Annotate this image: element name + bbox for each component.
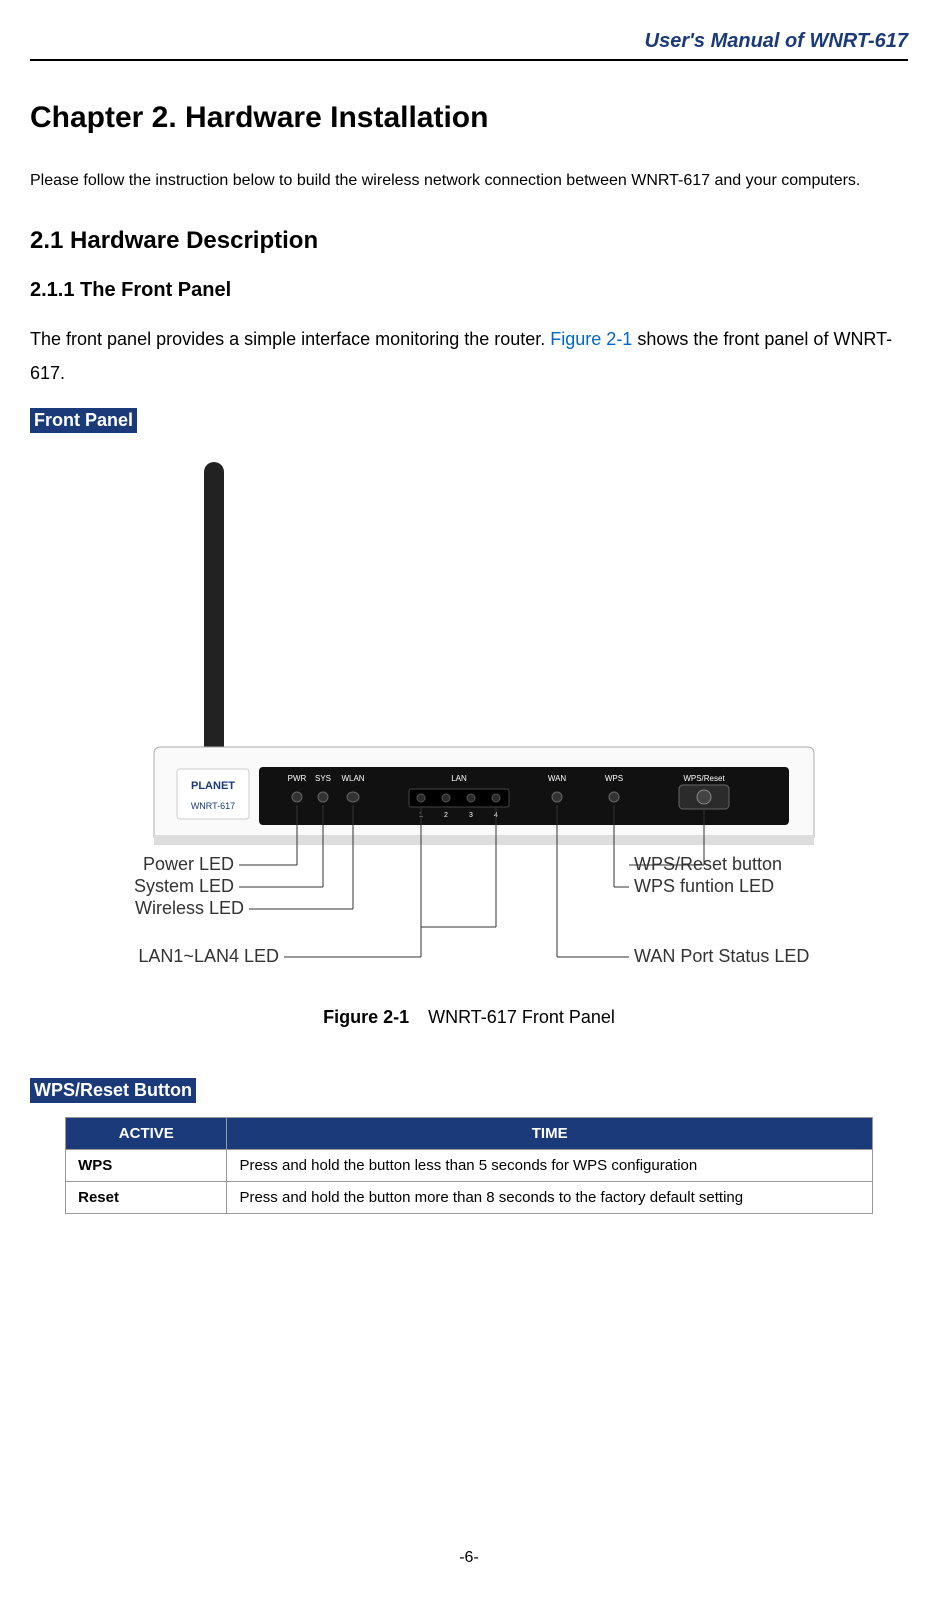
device-model: WNRT-617 xyxy=(191,801,235,811)
panel-label-wlan: WLAN xyxy=(341,774,364,783)
panel-label-wps: WPS xyxy=(605,774,623,783)
device-brand: PLANET xyxy=(191,780,235,792)
para-prefix: The front panel provides a simple interf… xyxy=(30,329,550,349)
figure-caption: Figure 2-1 WNRT-617 Front Panel xyxy=(30,1007,908,1028)
callout-wps-reset-button: WPS/Reset button xyxy=(634,854,782,874)
callout-system-led: System LED xyxy=(134,876,234,896)
figure-2-1: PLANET WNRT-617 PWR SYS WLAN LAN WAN WPS… xyxy=(30,457,908,1028)
front-panel-label: Front Panel xyxy=(30,408,137,433)
panel-label-lan: LAN xyxy=(451,774,467,783)
page-header: User's Manual of WNRT-617 xyxy=(30,30,908,61)
table-header-time: TIME xyxy=(227,1118,872,1150)
callout-wan-led: WAN Port Status LED xyxy=(634,946,809,966)
callout-power-led: Power LED xyxy=(143,854,234,874)
panel-label-pwr: PWR xyxy=(288,774,307,783)
chapter-title: Chapter 2. Hardware Installation xyxy=(30,101,908,135)
panel-label-lan3: 3 xyxy=(469,812,473,819)
callout-lan-led: LAN1~LAN4 LED xyxy=(138,946,279,966)
page-number: -6- xyxy=(0,1549,938,1567)
panel-label-sys: SYS xyxy=(315,774,331,783)
cell-active: WPS xyxy=(66,1150,227,1182)
front-panel-para: The front panel provides a simple interf… xyxy=(30,322,908,390)
figure-reference-link[interactable]: Figure 2-1 xyxy=(550,329,632,349)
cell-time: Press and hold the button less than 5 se… xyxy=(227,1150,872,1182)
callout-wps-led: WPS funtion LED xyxy=(634,876,774,896)
figure-caption-text: WNRT-617 Front Panel xyxy=(428,1007,615,1027)
table-row: Reset Press and hold the button more tha… xyxy=(66,1182,873,1214)
panel-label-wan: WAN xyxy=(548,774,567,783)
cell-time: Press and hold the button more than 8 se… xyxy=(227,1182,872,1214)
figure-caption-label: Figure 2-1 xyxy=(323,1007,409,1027)
cell-active: Reset xyxy=(66,1182,227,1214)
callout-wireless-led: Wireless LED xyxy=(135,898,244,918)
chapter-intro: Please follow the instruction below to b… xyxy=(30,165,908,197)
wps-reset-heading: WPS/Reset Button xyxy=(30,1078,196,1103)
panel-label-lan2: 2 xyxy=(444,812,448,819)
panel-label-wps-reset: WPS/Reset xyxy=(683,774,725,783)
section-2-1-title: 2.1 Hardware Description xyxy=(30,227,908,255)
table-row: WPS Press and hold the button less than … xyxy=(66,1150,873,1182)
wps-reset-table: ACTIVE TIME WPS Press and hold the butto… xyxy=(65,1117,873,1214)
router-front-panel-diagram: PLANET WNRT-617 PWR SYS WLAN LAN WAN WPS… xyxy=(59,457,879,987)
section-2-1-1-title: 2.1.1 The Front Panel xyxy=(30,279,908,302)
table-header-active: ACTIVE xyxy=(66,1118,227,1150)
